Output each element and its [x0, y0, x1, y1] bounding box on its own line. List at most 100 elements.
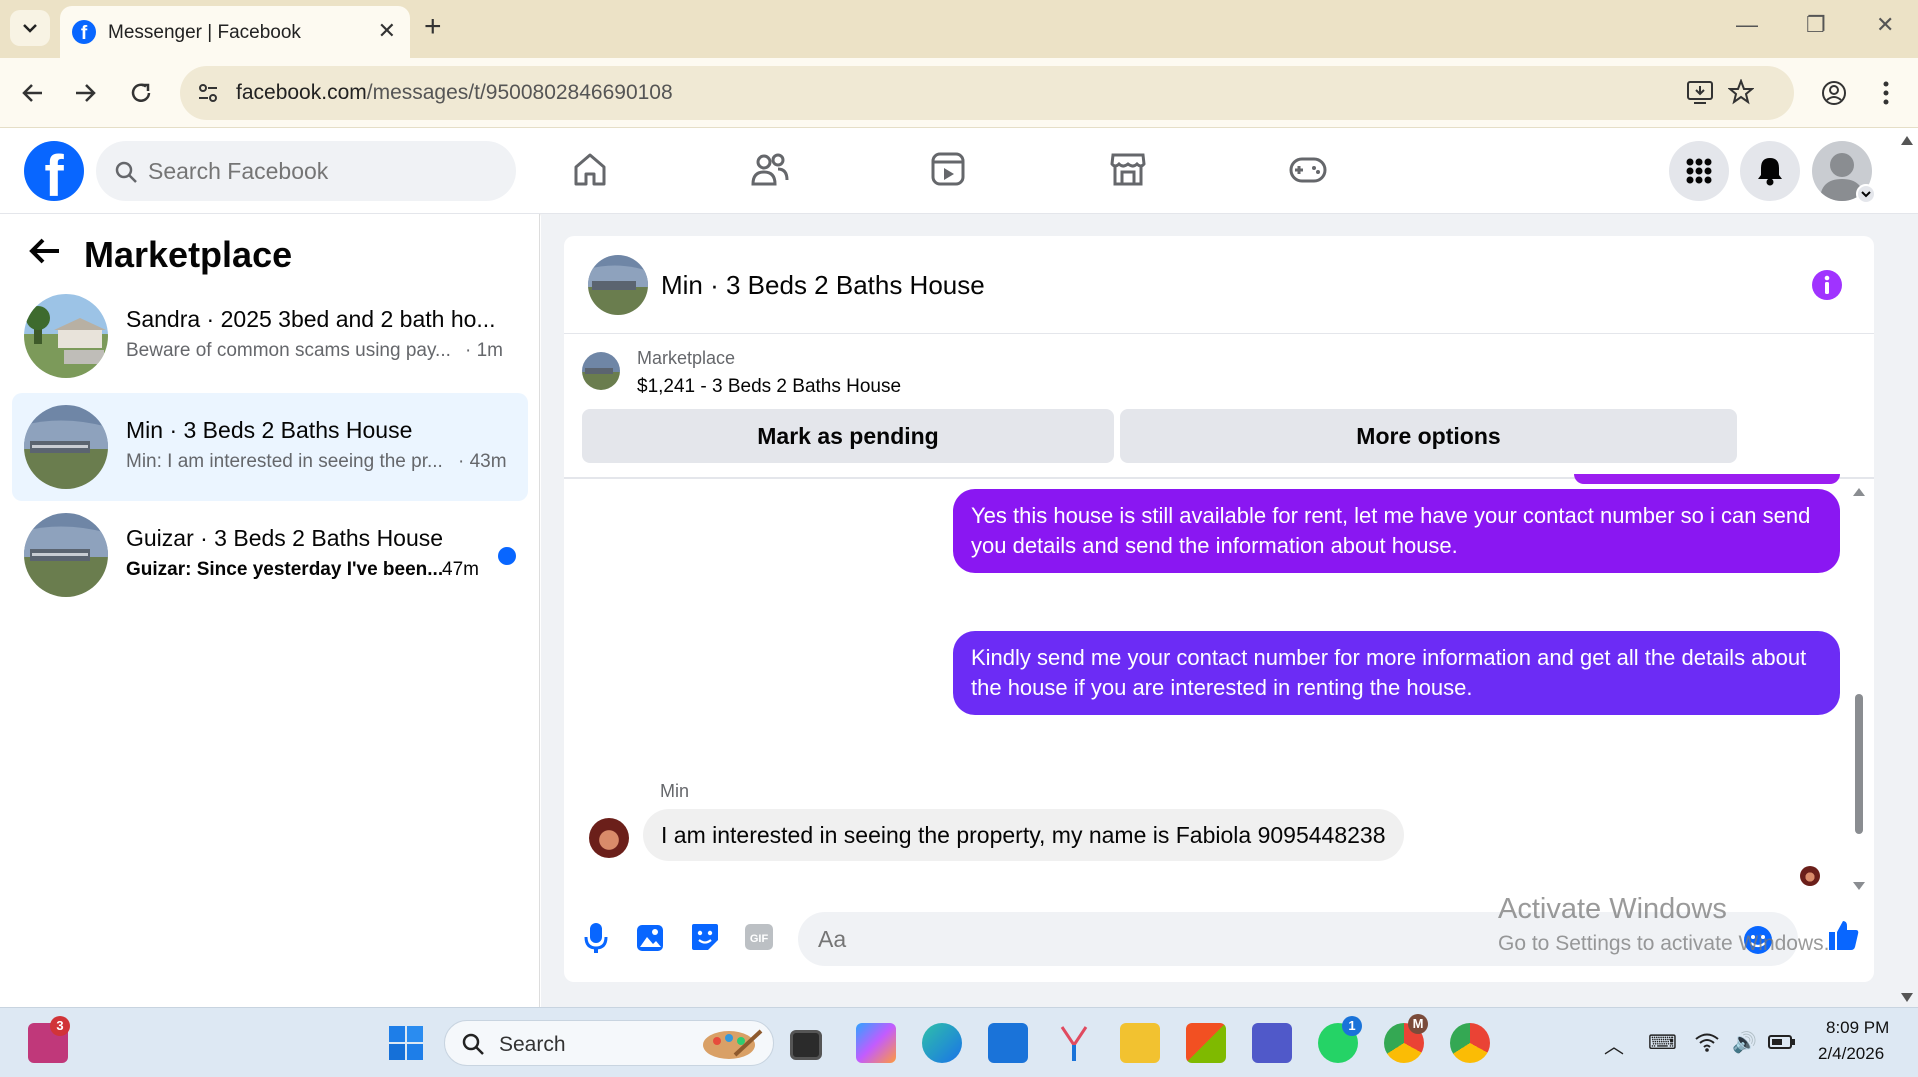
notification-badge: 3: [50, 1016, 70, 1036]
chat-panel: Min · 3 Beds 2 Baths House Marketplace $…: [564, 236, 1874, 982]
conversation-name: Guizar · 3 Beds 2 Baths House: [126, 525, 444, 551]
close-tab-icon[interactable]: ✕: [378, 18, 396, 44]
page-scroll-up-icon[interactable]: [1900, 134, 1914, 146]
conversation-preview: Min: I am interested in seeing the pr...: [126, 451, 443, 472]
video-icon[interactable]: [929, 150, 967, 188]
conversation-item-active[interactable]: Min · 3 Beds 2 Baths House Min: I am int…: [12, 393, 528, 501]
clock-date[interactable]: 2/4/2026: [1818, 1044, 1884, 1064]
gif-icon[interactable]: GIF: [744, 922, 774, 952]
search-icon: [115, 161, 137, 183]
new-tab-button[interactable]: +: [424, 12, 442, 42]
outgoing-message[interactable]: Kindly send me your contact number for m…: [953, 631, 1840, 715]
search-input[interactable]: [148, 141, 498, 201]
notifications-button[interactable]: [1740, 141, 1800, 201]
sticker-icon[interactable]: [690, 922, 720, 952]
friends-icon[interactable]: [750, 150, 790, 188]
listing-price[interactable]: $1,241 - 3 Beds 2 Baths House: [637, 376, 901, 398]
microphone-icon[interactable]: [584, 922, 608, 954]
chrome-icon-2[interactable]: [1450, 1023, 1490, 1063]
close-window-icon[interactable]: ✕: [1876, 12, 1894, 38]
conversation-time: · 1m: [465, 340, 503, 361]
facebook-header: f: [0, 128, 1918, 214]
task-view-icon[interactable]: [790, 1030, 822, 1060]
install-app-icon[interactable]: [1686, 80, 1714, 106]
conversation-item[interactable]: Guizar · 3 Beds 2 Baths House Guizar: Si…: [12, 501, 528, 609]
tab-title: Messenger | Facebook: [108, 22, 301, 43]
conversation-preview: Beware of common scams using pay...: [126, 340, 451, 361]
outgoing-message[interactable]: Yes this house is still available for re…: [953, 489, 1840, 573]
browser-tab[interactable]: f Messenger | Facebook ✕: [60, 6, 410, 58]
svg-text:GIF: GIF: [750, 933, 769, 945]
reload-icon[interactable]: [128, 80, 154, 106]
clock-time[interactable]: 8:09 PM: [1826, 1018, 1889, 1038]
search-box[interactable]: [96, 141, 516, 201]
chevron-down-icon: [23, 24, 37, 33]
chat-header: Min · 3 Beds 2 Baths House: [564, 236, 1874, 334]
incoming-message[interactable]: I am interested in seeing the property, …: [643, 809, 1404, 861]
mark-as-pending-button[interactable]: Mark as pending: [582, 409, 1114, 463]
battery-icon[interactable]: [1768, 1034, 1796, 1050]
forward-icon[interactable]: [72, 80, 98, 106]
profile-icon[interactable]: [1820, 79, 1848, 107]
sidebar-title: Marketplace: [84, 234, 293, 275]
conversation-item[interactable]: Sandra · 2025 3bed and 2 bath ho... Bewa…: [12, 282, 528, 390]
conversation-time: · 43m: [458, 451, 507, 472]
url-text: facebook.com/messages/t/9500802846690108: [236, 81, 673, 104]
chat-scrollbar[interactable]: [1852, 484, 1866, 894]
taskbar-search[interactable]: Search: [444, 1020, 774, 1066]
omnibox[interactable]: facebook.com/messages/t/9500802846690108: [180, 66, 1794, 120]
tray-overflow-icon[interactable]: ︿: [1604, 1030, 1624, 1059]
minimize-icon[interactable]: —: [1736, 12, 1758, 38]
activation-watermark-text: Go to Settings to activate Windows.: [1498, 932, 1830, 955]
previous-message-edge: [1574, 474, 1840, 484]
outlook-icon[interactable]: [988, 1023, 1028, 1063]
volume-icon[interactable]: 🔊: [1732, 1030, 1757, 1055]
address-bar-row: facebook.com/messages/t/9500802846690108: [0, 58, 1918, 128]
back-arrow-icon[interactable]: [28, 236, 62, 266]
restore-icon[interactable]: ❐: [1806, 12, 1826, 38]
file-explorer-icon[interactable]: [1120, 1023, 1160, 1063]
microsoft-store-icon[interactable]: [1186, 1023, 1226, 1063]
copilot-icon[interactable]: [856, 1023, 896, 1063]
page-scroll-down-icon[interactable]: [1900, 992, 1914, 1004]
browser-menu-icon[interactable]: [1882, 79, 1890, 107]
conversation-name: Sandra · 2025 3bed and 2 bath ho...: [126, 306, 496, 332]
back-icon[interactable]: [20, 80, 46, 106]
bookmark-star-icon[interactable]: [1728, 79, 1754, 105]
windows-start-icon[interactable]: [388, 1025, 424, 1061]
teams-icon[interactable]: [1252, 1023, 1292, 1063]
home-icon[interactable]: [571, 150, 609, 188]
info-icon[interactable]: [1811, 269, 1843, 301]
gaming-icon[interactable]: [1288, 150, 1328, 188]
chat-thumbnail[interactable]: [588, 255, 648, 315]
search-icon: [462, 1033, 484, 1055]
snipping-tool-icon[interactable]: [1054, 1023, 1094, 1063]
account-dropdown[interactable]: [1856, 184, 1876, 204]
browser-tab-bar: f Messenger | Facebook ✕ + — ❐ ✕: [0, 0, 1918, 58]
more-options-button[interactable]: More options: [1120, 409, 1737, 463]
listing-thumbnail: [582, 352, 620, 390]
edge-browser-icon[interactable]: [922, 1023, 962, 1063]
chrome-profile-badge: M: [1408, 1014, 1428, 1034]
facebook-logo-icon[interactable]: f: [24, 141, 84, 201]
chats-sidebar: Marketplace Sandra · 2025 3bed and 2 bat…: [0, 214, 540, 1007]
thumbs-up-icon[interactable]: [1826, 918, 1860, 952]
conversation-time: 47m: [442, 559, 479, 580]
unread-indicator: [498, 547, 516, 565]
photo-icon[interactable]: [636, 922, 664, 952]
seen-receipt-avatar: [1800, 866, 1820, 886]
marketplace-icon[interactable]: [1109, 150, 1147, 188]
keyboard-icon[interactable]: ⌨: [1648, 1030, 1677, 1055]
menu-button[interactable]: [1669, 141, 1729, 201]
site-settings-icon[interactable]: [196, 81, 220, 105]
apps-grid-icon: [1686, 158, 1712, 184]
taskbar-search-label: Search: [499, 1033, 566, 1056]
sender-avatar[interactable]: [589, 818, 629, 858]
conversation-preview: Guizar: Since yesterday I've been...: [126, 559, 444, 580]
facebook-favicon-icon: f: [72, 20, 96, 44]
bell-icon: [1758, 158, 1782, 186]
tab-search-dropdown[interactable]: [10, 10, 50, 46]
wifi-icon[interactable]: [1694, 1032, 1720, 1052]
chevron-down-icon: [1861, 190, 1871, 197]
chat-title[interactable]: Min · 3 Beds 2 Baths House: [661, 270, 985, 301]
